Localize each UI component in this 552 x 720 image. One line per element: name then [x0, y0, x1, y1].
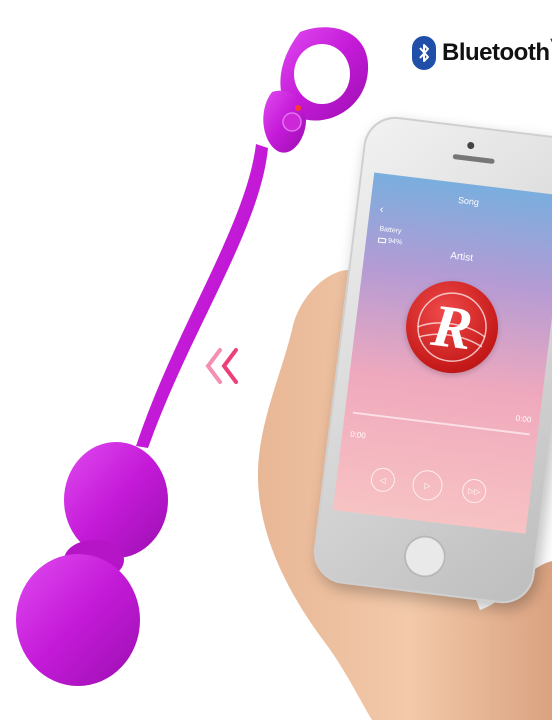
home-button[interactable] — [401, 533, 449, 580]
bluetooth-badge: Bluetooth™ — [412, 34, 552, 72]
next-button[interactable]: ▷▷ — [460, 477, 488, 505]
bluetooth-icon — [412, 36, 436, 70]
signal-chevrons-icon — [205, 348, 238, 384]
total-time: 0:00 — [515, 413, 532, 425]
next-icon: ▷▷ — [467, 485, 481, 497]
chevron-left-icon[interactable]: ‹ — [379, 203, 384, 215]
lower-ball — [16, 554, 140, 686]
upper-ball — [64, 442, 168, 558]
play-button[interactable]: ▷ — [410, 468, 445, 503]
screen-title: Song — [457, 194, 480, 208]
artist-name: Artist — [449, 250, 474, 265]
app-screen: Song ‹ ≡ Battery 94% Artist R 0:00 0:00 … — [332, 172, 552, 534]
front-camera — [466, 141, 475, 150]
album-logo: R — [400, 275, 504, 379]
stem — [136, 144, 268, 448]
bluetooth-label: Bluetooth™ — [442, 37, 552, 66]
battery-label: Battery — [379, 225, 402, 236]
play-icon: ▷ — [423, 480, 432, 491]
logo-letter: R — [428, 291, 476, 362]
led-indicator — [295, 105, 301, 111]
previous-icon: ◁ — [379, 474, 387, 485]
previous-button[interactable]: ◁ — [369, 466, 397, 494]
earpiece — [452, 153, 495, 165]
power-button-icon[interactable] — [282, 112, 302, 132]
progress-bar[interactable] — [352, 411, 530, 436]
elapsed-time: 0:00 — [349, 429, 367, 441]
